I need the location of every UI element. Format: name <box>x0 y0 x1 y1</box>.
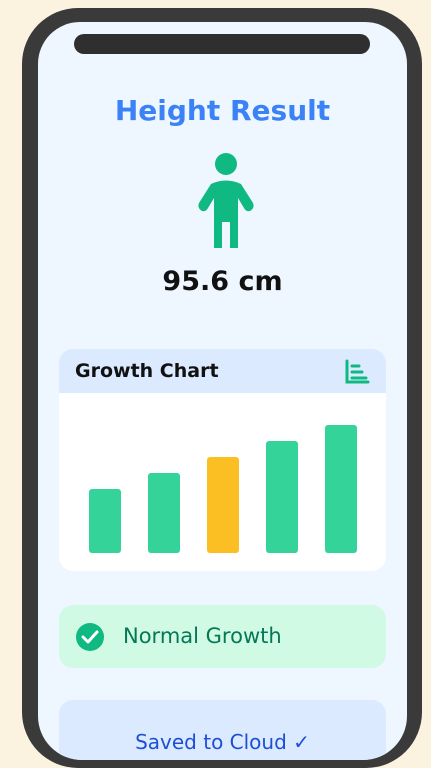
check-circle-icon <box>76 623 104 651</box>
page-title: Height Result <box>114 94 331 127</box>
saved-to-cloud-button[interactable]: Saved to Cloud ✓ <box>59 700 386 760</box>
chart-title: Growth Chart <box>75 360 219 382</box>
phone-speaker <box>74 34 370 54</box>
growth-status: Normal Growth <box>59 605 386 668</box>
app-screen: Height Result 95.6 cm Growth Chart Norma… <box>38 64 407 760</box>
saved-label: Saved to Cloud ✓ <box>135 730 310 754</box>
chart-bar <box>266 441 298 553</box>
chart-bar <box>89 489 121 553</box>
phone-frame: Height Result 95.6 cm Growth Chart Norma… <box>22 8 422 768</box>
chart-header: Growth Chart <box>59 349 386 393</box>
child-icon <box>198 153 254 248</box>
height-value: 95.6 cm <box>162 266 283 297</box>
chart-bar <box>148 473 180 553</box>
chart-bar <box>325 425 357 553</box>
growth-chart-card: Growth Chart <box>59 349 386 571</box>
bar-chart-icon[interactable] <box>342 357 372 387</box>
growth-chart <box>89 425 357 553</box>
status-label: Normal Growth <box>123 624 282 648</box>
chart-bar <box>207 457 239 553</box>
